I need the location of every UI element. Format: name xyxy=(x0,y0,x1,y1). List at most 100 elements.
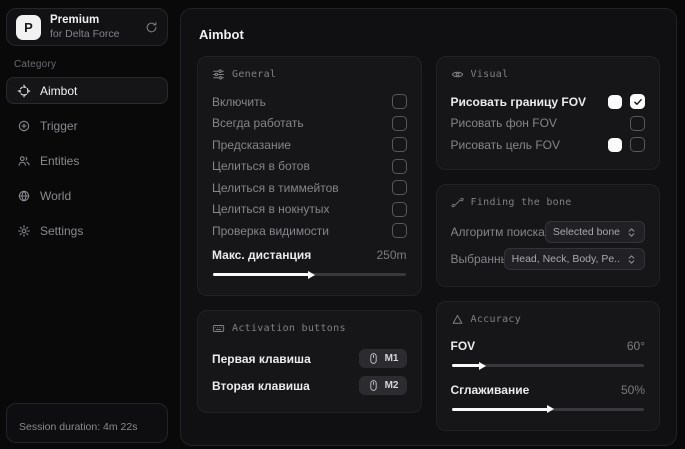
trigger-icon xyxy=(17,119,31,133)
checkbox[interactable] xyxy=(392,180,407,195)
option-label: Целиться в ботов xyxy=(212,159,310,173)
keybind-label: Вторая клавиша xyxy=(212,379,310,393)
option-label: Проверка видимости xyxy=(212,224,329,238)
keyboard-icon xyxy=(212,322,225,335)
checkbox[interactable] xyxy=(392,94,407,109)
finding-bone-panel: Finding the bone Алгоритм поиска кост Se… xyxy=(436,184,661,287)
slider-label: Макс. дистанция xyxy=(212,248,311,262)
dropdown-value: Head, Neck, Body, Pe.. xyxy=(512,253,620,265)
sidebar-item-trigger[interactable]: Trigger xyxy=(6,112,168,139)
checkbox[interactable] xyxy=(392,202,407,217)
sidebar-spacer xyxy=(6,252,168,403)
sidebar-item-aimbot[interactable]: Aimbot xyxy=(6,77,168,104)
checkbox-row: Включить xyxy=(212,91,407,113)
checkbox[interactable] xyxy=(392,116,407,131)
accuracy-panel: Accuracy FOV 60° Сглаживание 50% xyxy=(436,301,661,431)
users-icon xyxy=(17,154,31,168)
session-card: Session duration: 4m 22s xyxy=(6,403,168,443)
slider-value: 50% xyxy=(621,383,645,397)
slider-label: Сглаживание xyxy=(451,383,530,397)
visual-panel: Visual Рисовать границу FOV Рисовать фон… xyxy=(436,56,661,170)
checkbox[interactable] xyxy=(630,94,645,109)
slider-fill[interactable] xyxy=(452,364,481,367)
brand-text: Premium for Delta Force xyxy=(50,14,136,39)
fov-slider[interactable] xyxy=(452,364,645,367)
keybind-row: Вторая клавиша M2 xyxy=(212,372,407,399)
visual-panel-header: Visual xyxy=(451,68,646,81)
smoothing-slider[interactable] xyxy=(452,408,645,411)
keybind-button-1[interactable]: M1 xyxy=(359,349,407,368)
gear-icon xyxy=(17,224,31,238)
page-title: Aimbot xyxy=(199,27,660,42)
option-label: Рисовать цель FOV xyxy=(451,138,561,152)
sidebar-item-label: World xyxy=(40,189,71,203)
visual-row: Рисовать границу FOV xyxy=(451,91,646,113)
activation-buttons-panel: Activation buttons Первая клавиша M1 xyxy=(197,310,422,413)
option-label: Целиться в нокнутых xyxy=(212,202,329,216)
sidebar-item-settings[interactable]: Settings xyxy=(6,217,168,244)
sidebar: P Premium for Delta Force Category Aimbo… xyxy=(0,0,174,449)
checkbox-row: Проверка видимости xyxy=(212,220,407,242)
brand-title: Premium xyxy=(50,14,136,27)
slider-row: FOV 60° xyxy=(451,336,646,358)
session-duration: Session duration: 4m 22s xyxy=(19,421,137,433)
bone-panel-header: Finding the bone xyxy=(451,196,646,209)
activation-panel-title: Activation buttons xyxy=(232,323,346,334)
left-column: General Включить Всегда работать Предска… xyxy=(197,56,422,446)
slider-row: Макс. дистанция 250m xyxy=(212,245,407,267)
checkbox[interactable] xyxy=(392,223,407,238)
checkbox[interactable] xyxy=(630,137,645,152)
sidebar-item-world[interactable]: World xyxy=(6,182,168,209)
checkbox-row: Предсказание xyxy=(212,134,407,156)
option-label: Рисовать фон FOV xyxy=(451,116,557,130)
option-label: Предсказание xyxy=(212,138,291,152)
checkbox[interactable] xyxy=(392,137,407,152)
chevron-updown-icon xyxy=(626,227,637,238)
checkbox-row: Целиться в нокнутых xyxy=(212,199,407,221)
activation-panel-header: Activation buttons xyxy=(212,322,407,335)
general-panel: General Включить Всегда работать Предска… xyxy=(197,56,422,296)
keybind-button-2[interactable]: M2 xyxy=(359,376,407,395)
checkbox-row: Целиться в тиммейтов xyxy=(212,177,407,199)
keybind-row: Первая клавиша M1 xyxy=(212,345,407,372)
slider-label: FOV xyxy=(451,339,476,353)
sync-icon[interactable] xyxy=(145,21,158,34)
visual-panel-title: Visual xyxy=(471,69,509,80)
visual-row: Рисовать фон FOV xyxy=(451,113,646,135)
sidebar-item-label: Settings xyxy=(40,224,83,238)
sidebar-item-label: Entities xyxy=(40,154,79,168)
brand-card: P Premium for Delta Force xyxy=(6,8,168,46)
eye-icon xyxy=(451,68,464,81)
accuracy-panel-title: Accuracy xyxy=(471,314,522,325)
color-swatch[interactable] xyxy=(608,95,622,109)
panel-columns: General Включить Всегда работать Предска… xyxy=(197,56,660,446)
controls xyxy=(630,116,645,131)
dropdown-value: Selected bone xyxy=(553,226,620,238)
keybind-value: M1 xyxy=(385,353,399,364)
brand-subtitle: for Delta Force xyxy=(50,28,136,40)
slider-value: 250m xyxy=(376,248,406,262)
max-distance-slider[interactable] xyxy=(213,273,406,276)
checkbox[interactable] xyxy=(630,116,645,131)
globe-icon xyxy=(17,189,31,203)
color-swatch[interactable] xyxy=(608,138,622,152)
chevron-updown-icon xyxy=(626,254,637,265)
bone-icon xyxy=(451,196,464,209)
bone-algorithm-dropdown[interactable]: Selected bone xyxy=(545,221,645,243)
accuracy-panel-header: Accuracy xyxy=(451,313,646,326)
controls xyxy=(608,94,645,109)
slider-fill[interactable] xyxy=(213,273,309,276)
sidebar-item-entities[interactable]: Entities xyxy=(6,147,168,174)
slider-fill[interactable] xyxy=(452,408,548,411)
sliders-icon xyxy=(212,68,225,81)
checkbox[interactable] xyxy=(392,159,407,174)
switch-delay-panel: Switch Delay Задержка переключения Задер… xyxy=(436,445,661,447)
slider-row: Сглаживание 50% xyxy=(451,379,646,401)
triangle-icon xyxy=(451,313,464,326)
checkbox-row: Всегда работать xyxy=(212,113,407,135)
keybind-label: Первая клавиша xyxy=(212,352,311,366)
selected-bones-dropdown[interactable]: Head, Neck, Body, Pe.. xyxy=(504,248,645,270)
premium-logo: P xyxy=(16,15,41,40)
category-label: Category xyxy=(14,59,168,70)
crosshair-icon xyxy=(17,84,31,98)
